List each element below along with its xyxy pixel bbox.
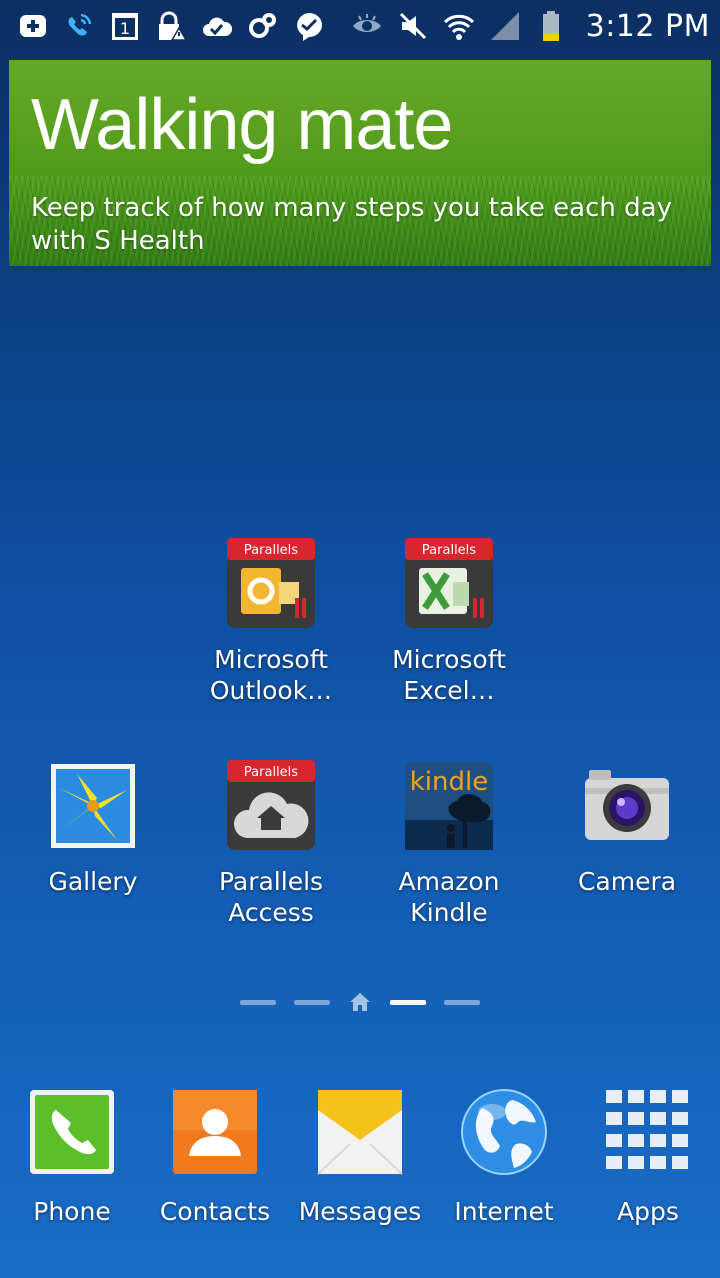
calendar-day: 1 (120, 19, 130, 38)
gallery-icon (47, 760, 139, 852)
calendar-icon: 1 (108, 9, 142, 43)
battery-icon (534, 9, 568, 43)
sync-icon (246, 9, 280, 43)
parallels-access-icon: Parallels (225, 760, 317, 852)
widget-title: Walking mate (31, 85, 453, 165)
app-outlook[interactable]: Parallels Microsoft Outlook… (183, 538, 359, 706)
eye-icon (350, 9, 384, 43)
parallels-badge: Parallels (422, 543, 476, 558)
app-label: Contacts (159, 1197, 271, 1226)
home-page-icon[interactable] (348, 990, 372, 1014)
kindle-wordmark: kindle (410, 767, 488, 797)
status-bar: 1 3:12 PM (0, 0, 720, 52)
app-label: Messages (298, 1197, 422, 1226)
app-label: Microsoft Excel… (392, 645, 506, 705)
app-kindle[interactable]: kindle Amazon Kindle (361, 760, 537, 928)
mute-icon (396, 9, 430, 43)
page-dot-5[interactable] (444, 999, 480, 1005)
app-label: Camera (577, 867, 677, 896)
app-parallels-access[interactable]: Parallels Parallels Access (183, 760, 359, 928)
app-camera[interactable]: Camera (539, 760, 715, 897)
app-label: Gallery (48, 867, 138, 896)
lock-warning-icon (154, 9, 188, 43)
dock-apps[interactable]: Apps (560, 1086, 720, 1227)
kindle-icon: kindle (403, 760, 495, 852)
app-label: Microsoft Outlook… (209, 645, 333, 705)
app-label: Phone (33, 1197, 111, 1226)
outlook-icon: Parallels (225, 538, 317, 630)
walking-mate-widget[interactable]: Walking mate Keep track of how many step… (9, 60, 711, 266)
page-dot-active[interactable] (390, 999, 426, 1005)
system-icons: 3:12 PM (350, 9, 710, 44)
phone-icon (26, 1086, 118, 1178)
app-excel[interactable]: Parallels Microsoft Excel… (361, 538, 537, 706)
app-label: Internet (454, 1197, 554, 1226)
app-label: Apps (617, 1197, 679, 1226)
cloud-check-icon (200, 9, 234, 43)
wifi-icon (442, 9, 476, 43)
parallels-badge: Parallels (244, 543, 298, 558)
clock: 3:12 PM (585, 8, 710, 44)
page-dot-2[interactable] (294, 999, 330, 1005)
signal-icon (488, 9, 522, 43)
page-dot-1[interactable] (240, 999, 276, 1005)
contacts-icon (169, 1086, 261, 1178)
app-gallery[interactable]: Gallery (5, 760, 181, 897)
widget-subtitle: Keep track of how many steps you take ea… (31, 193, 672, 256)
messages-icon (314, 1086, 406, 1178)
page-indicator[interactable] (0, 986, 720, 1018)
app-label: Parallels Access (218, 867, 324, 927)
wifi-calling-icon (62, 9, 96, 43)
notification-icons: 1 (16, 9, 326, 43)
excel-icon: Parallels (403, 538, 495, 630)
globe-icon (458, 1086, 550, 1178)
add-icon (16, 9, 50, 43)
messenger-icon (292, 9, 326, 43)
apps-grid-icon (602, 1086, 694, 1178)
camera-icon (581, 760, 673, 852)
app-label: Amazon Kindle (398, 867, 500, 927)
parallels-badge: Parallels (244, 765, 298, 780)
